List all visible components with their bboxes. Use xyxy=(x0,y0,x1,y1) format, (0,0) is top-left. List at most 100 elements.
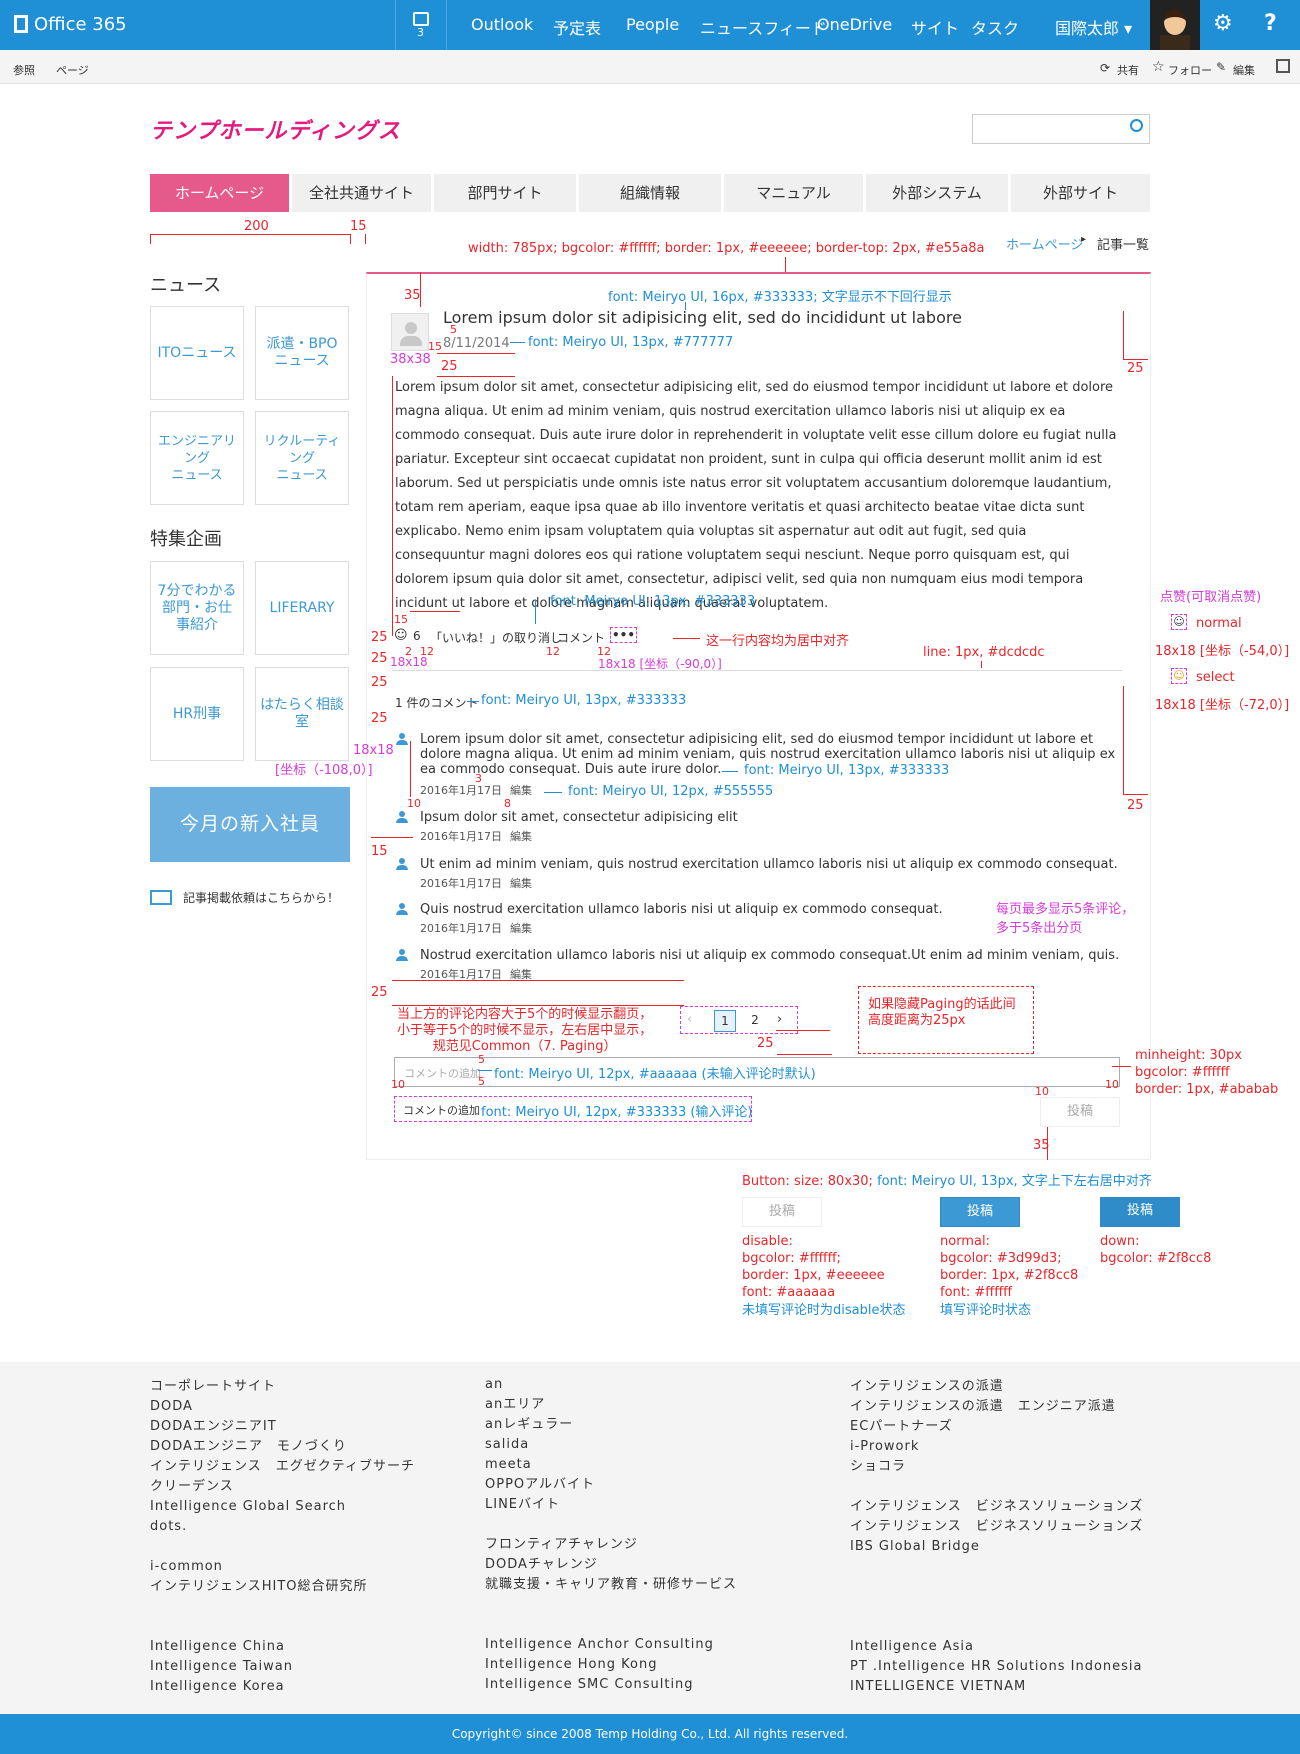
tab-organization[interactable]: 組織情報 xyxy=(579,174,721,212)
tile-ito-news[interactable]: ITOニュース xyxy=(150,306,244,400)
comment-edit-link[interactable]: 編集 xyxy=(510,877,532,890)
tab-home[interactable]: ホームページ xyxy=(150,174,289,212)
tile-recruiting-news[interactable]: リクルーティング ニュース xyxy=(255,411,349,505)
footer-link[interactable]: anエリア xyxy=(485,1395,737,1415)
notification-icon[interactable] xyxy=(413,12,429,26)
search-input[interactable] xyxy=(972,114,1150,144)
footer-link[interactable]: i-common xyxy=(150,1557,415,1577)
tab-external-site[interactable]: 外部サイト xyxy=(1011,174,1150,212)
footer-link[interactable]: salida xyxy=(485,1435,737,1455)
footer-link[interactable]: DODAエンジニアIT xyxy=(150,1417,415,1437)
footer-link[interactable]: インテリジェンス ビジネスソリューションズ xyxy=(850,1497,1143,1517)
footer-link[interactable]: meeta xyxy=(485,1455,737,1475)
footer-link[interactable]: LINEバイト xyxy=(485,1495,737,1515)
footer-link[interactable]: INTELLIGENCE VIETNAM xyxy=(850,1677,1143,1697)
gear-icon[interactable]: ⚙ xyxy=(1213,11,1233,36)
footer-link[interactable]: an xyxy=(485,1375,737,1395)
footer-link[interactable]: i-Prowork xyxy=(850,1437,1143,1457)
footer-link[interactable]: IBS Global Bridge xyxy=(850,1537,1143,1557)
help-icon[interactable]: ? xyxy=(1264,11,1277,36)
site-logo[interactable]: テンプホールディングス xyxy=(150,113,401,145)
office365-logo[interactable]: Office 365 xyxy=(14,14,127,35)
pencil-icon[interactable]: ✎ xyxy=(1216,60,1226,74)
annotation: disable: bgcolor: #ffffff; border: 1px, … xyxy=(742,1234,885,1300)
search-icon[interactable] xyxy=(1130,119,1143,132)
footer-link[interactable]: インテリジェンスHITO総合研究所 xyxy=(150,1577,415,1597)
comment-edit-link[interactable]: 編集 xyxy=(510,830,532,843)
ribbon-tab-page[interactable]: ページ xyxy=(56,62,89,78)
footer-link[interactable]: インテリジェンス エグゼクティブサーチ xyxy=(150,1457,415,1477)
footer-link[interactable]: OPPOアルバイト xyxy=(485,1475,737,1495)
new-employee-banner[interactable]: 今月の新入社員 xyxy=(150,787,350,862)
footer-link[interactable]: コーポレートサイト xyxy=(150,1377,415,1397)
tile-hr-keiji[interactable]: HR刑事 xyxy=(150,667,244,761)
follow-button[interactable]: フォロー xyxy=(1168,62,1212,78)
ribbon-tab-browse[interactable]: 参照 xyxy=(13,62,35,78)
footer-link[interactable]: PT .Intelligence HR Solutions Indonesia xyxy=(850,1657,1143,1677)
star-icon[interactable]: ☆ xyxy=(1152,59,1165,75)
annotation: 15 xyxy=(428,340,442,353)
prev-page-button[interactable]: ‹ xyxy=(687,1012,692,1027)
like-icon[interactable]: ☺ xyxy=(394,628,408,643)
post-button-disabled[interactable]: 投稿 xyxy=(1040,1097,1120,1127)
unlike-link[interactable]: 「いいね！」の取り消し xyxy=(430,629,562,646)
edit-button[interactable]: 編集 xyxy=(1233,62,1255,78)
nav-tasks[interactable]: タスク xyxy=(971,15,1019,39)
copyright: Copyright© since 2008 Temp Holding Co., … xyxy=(0,1714,1300,1754)
footer-link[interactable]: dots. xyxy=(150,1517,415,1537)
annotation: 25 xyxy=(371,985,388,1000)
footer-link[interactable]: Intelligence Asia xyxy=(850,1637,1143,1657)
nav-calendar[interactable]: 予定表 xyxy=(553,15,601,39)
footer-link[interactable]: ショコラ xyxy=(850,1457,1143,1477)
annotation: 15 xyxy=(394,613,408,626)
comment-edit-link[interactable]: 編集 xyxy=(510,922,532,935)
page-2-button[interactable]: 2 xyxy=(744,1010,766,1032)
footer-link[interactable]: Intelligence Anchor Consulting xyxy=(485,1635,737,1655)
footer-link[interactable]: 就職支援・キャリア教育・研修サービス xyxy=(485,1575,737,1595)
footer-link[interactable]: anレギュラー xyxy=(485,1415,737,1435)
tab-manual[interactable]: マニュアル xyxy=(724,174,863,212)
footer-link[interactable]: Intelligence Korea xyxy=(150,1677,415,1697)
nav-people[interactable]: People xyxy=(626,15,679,34)
footer-link[interactable]: Intelligence Taiwan xyxy=(150,1657,415,1677)
page-1-button[interactable]: 1 xyxy=(714,1010,736,1032)
share-icon[interactable]: ⟳ xyxy=(1100,61,1110,75)
footer-link[interactable]: Intelligence Global Search xyxy=(150,1497,415,1517)
tile-liferary[interactable]: LIFERARY xyxy=(255,561,349,655)
tile-engineering-news[interactable]: エンジニアリング ニュース xyxy=(150,411,244,505)
avatar[interactable] xyxy=(1150,0,1200,50)
comment-edit-link[interactable]: 編集 xyxy=(510,784,532,797)
tile-consultation[interactable]: はたらく相談室 xyxy=(255,667,349,761)
footer-link[interactable]: DODAエンジニア モノづくり xyxy=(150,1437,415,1457)
breadcrumb-home[interactable]: ホームページ xyxy=(1006,234,1083,253)
tab-common[interactable]: 全社共通サイト xyxy=(292,174,431,212)
footer-link[interactable]: フロンティアチャレンジ xyxy=(485,1535,737,1555)
footer-link[interactable]: DODA xyxy=(150,1397,415,1417)
person-icon xyxy=(396,811,408,823)
next-page-button[interactable]: › xyxy=(777,1012,782,1027)
nav-sites[interactable]: サイト xyxy=(911,15,959,39)
footer-link[interactable]: Intelligence Hong Kong xyxy=(485,1655,737,1675)
nav-onedrive[interactable]: OneDrive xyxy=(817,15,892,34)
footer-link[interactable]: インテリジェンスの派遣 エンジニア派遣 xyxy=(850,1397,1143,1417)
comment-link[interactable]: コメント xyxy=(557,629,605,646)
footer-link[interactable]: インテリジェンスの派遣 xyxy=(850,1377,1143,1397)
tile-haken-news[interactable]: 派遣・BPO ニュース xyxy=(255,306,349,400)
focus-icon[interactable] xyxy=(1276,59,1290,73)
footer-link[interactable]: クリーデンス xyxy=(150,1477,415,1497)
like-select-icon: ☺ xyxy=(1171,668,1187,684)
share-button[interactable]: 共有 xyxy=(1117,62,1139,78)
tab-external-system[interactable]: 外部システム xyxy=(866,174,1008,212)
footer-link[interactable]: インテリジェンス ビジネスソリューションズ xyxy=(850,1517,1143,1537)
post-request-link[interactable]: 記事掲載依頼はこちらから！ xyxy=(183,889,339,906)
footer-link[interactable]: ECパートナーズ xyxy=(850,1417,1143,1437)
footer-link[interactable]: Intelligence China xyxy=(150,1637,415,1657)
user-menu[interactable]: 国際太郎 ▾ xyxy=(1055,15,1132,39)
footer-link[interactable]: DODAチャレンジ xyxy=(485,1555,737,1575)
more-icon[interactable]: ••• xyxy=(610,627,638,643)
nav-newsfeed[interactable]: ニュースフィード xyxy=(700,15,827,39)
tab-department[interactable]: 部門サイト xyxy=(434,174,576,212)
nav-outlook[interactable]: Outlook xyxy=(471,15,533,34)
footer-link[interactable]: Intelligence SMC Consulting xyxy=(485,1675,737,1695)
tile-department-intro[interactable]: 7分でわかる 部門・お仕 事紹介 xyxy=(150,561,244,655)
